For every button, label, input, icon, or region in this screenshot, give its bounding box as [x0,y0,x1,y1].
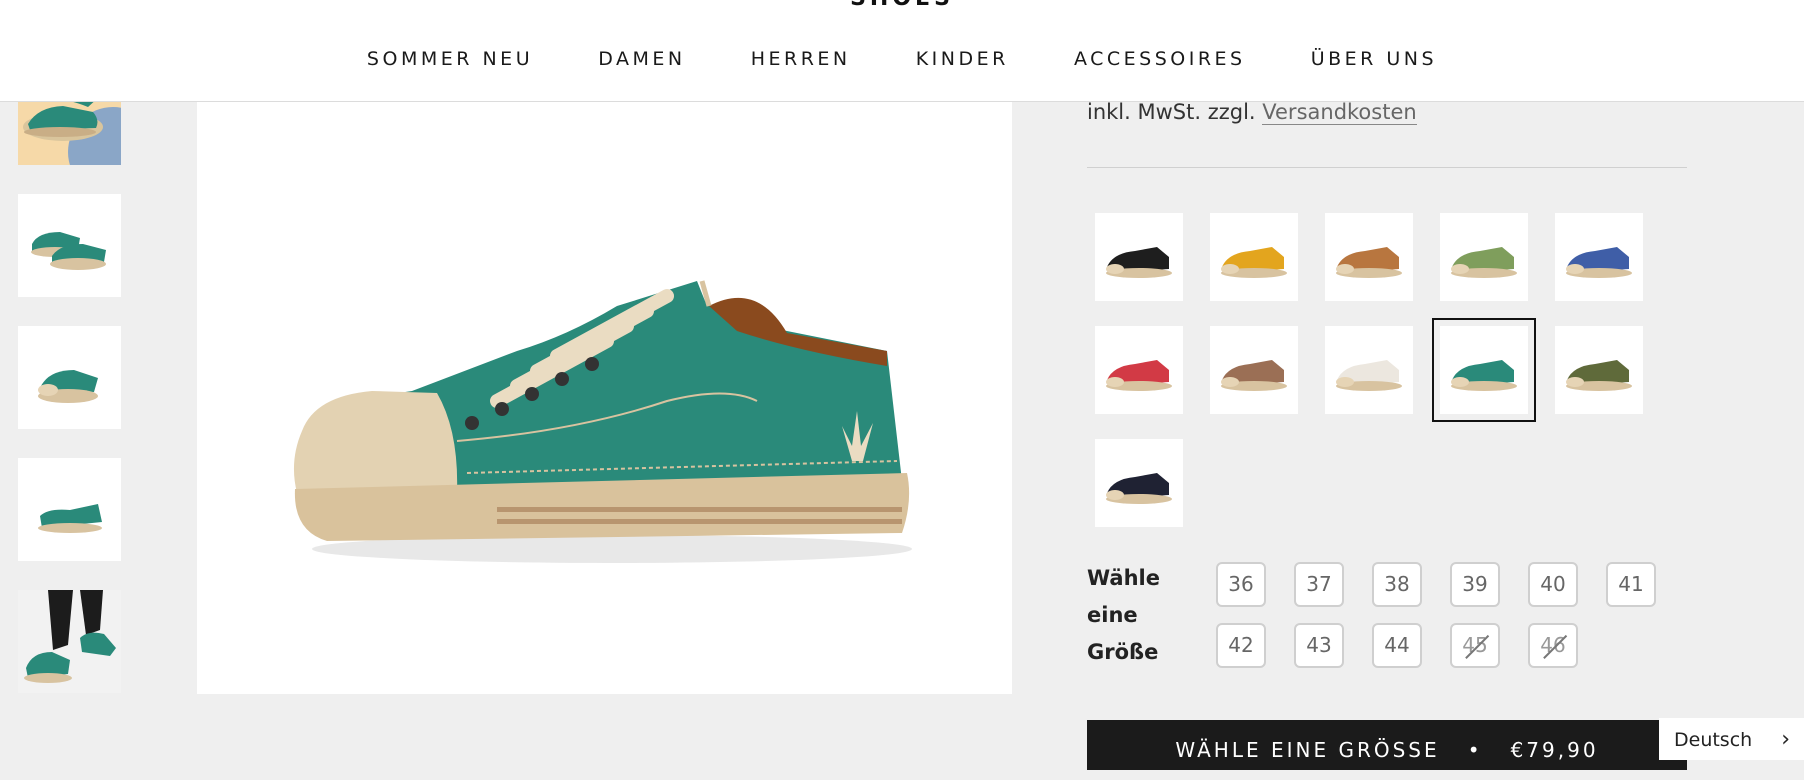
thumbnail-5[interactable] [18,590,121,693]
size-option-46[interactable]: 46 [1528,623,1578,668]
sneaker-pair-image [18,194,121,297]
shipping-link[interactable]: Versandkosten [1262,100,1417,125]
size-option-42[interactable]: 42 [1216,623,1266,668]
size-option-36[interactable]: 36 [1216,562,1266,607]
divider [1087,167,1687,168]
nav-item-kinder[interactable]: KINDER [916,48,1009,70]
size-label-line-1: Wähle [1087,566,1160,590]
product-main-image[interactable] [197,101,1012,694]
color-swatch-brown[interactable] [1210,326,1298,414]
size-option-45[interactable]: 45 [1450,623,1500,668]
nav-item-ueber-uns[interactable]: ÜBER UNS [1311,48,1437,70]
size-option-39[interactable]: 39 [1450,562,1500,607]
size-option-label: 44 [1384,633,1410,657]
size-option-43[interactable]: 43 [1294,623,1344,668]
size-option-label: 39 [1462,572,1488,596]
size-option-38[interactable]: 38 [1372,562,1422,607]
color-swatch-red[interactable] [1095,326,1183,414]
thumbnail-4[interactable] [18,458,121,561]
swatch-sneaker-image [1095,326,1183,414]
size-option-44[interactable]: 44 [1372,623,1422,668]
swatch-sneaker-image [1555,326,1643,414]
color-swatch-cognac[interactable] [1325,213,1413,301]
swatch-sneaker-image [1325,326,1413,414]
lifestyle-walking-image [18,590,121,693]
brand-logo[interactable]: SHOES [0,0,1804,11]
cta-label: WÄHLE EINE GRÖSSE [1175,738,1440,762]
color-swatch-navy[interactable] [1095,439,1183,527]
color-swatch-off-white[interactable] [1325,326,1413,414]
thumbnail-2[interactable] [18,194,121,297]
cta-separator: • [1467,738,1483,762]
swatch-sneaker-image [1440,213,1528,301]
site-header: SHOES SOMMER NEU DAMEN HERREN KINDER ACC… [0,0,1804,102]
color-swatch-blue[interactable] [1555,213,1643,301]
nav-item-damen[interactable]: DAMEN [598,48,685,70]
nav-item-accessoires[interactable]: ACCESSOIRES [1074,48,1246,70]
nav-item-herren[interactable]: HERREN [751,48,851,70]
size-option-label: 38 [1384,572,1410,596]
thumbnail-3[interactable] [18,326,121,429]
add-to-cart-button[interactable]: WÄHLE EINE GRÖSSE • €79,90 [1087,720,1687,770]
swatch-sneaker-image [1095,439,1183,527]
swatch-sneaker-image [1095,213,1183,301]
size-option-label: 43 [1306,633,1332,657]
language-label: Deutsch [1674,729,1753,751]
swatch-sneaker-image [1555,213,1643,301]
size-option-label: 37 [1306,572,1332,596]
size-option-label: 41 [1618,572,1644,596]
size-option-label: 45 [1462,633,1488,657]
sneaker-side-image [18,458,121,561]
language-selector[interactable]: Deutsch › [1659,718,1804,760]
size-label-line-2: eine [1087,603,1138,627]
color-swatch-teal[interactable] [1432,318,1536,422]
swatch-sneaker-image [1325,213,1413,301]
size-option-41[interactable]: 41 [1606,562,1656,607]
cta-price: €79,90 [1510,738,1599,762]
swatch-sneaker-image [1440,326,1528,414]
size-option-40[interactable]: 40 [1528,562,1578,607]
size-option-label: 36 [1228,572,1254,596]
size-option-label: 40 [1540,572,1566,596]
tax-note: inkl. MwSt. zzgl. Versandkosten [1087,100,1417,125]
swatch-sneaker-image [1210,213,1298,301]
tax-prefix: inkl. MwSt. zzgl. [1087,100,1256,124]
color-swatch-black[interactable] [1095,213,1183,301]
main-nav: SOMMER NEU DAMEN HERREN KINDER ACCESSOIR… [0,48,1804,70]
swatch-sneaker-image [1210,326,1298,414]
size-option-label: 46 [1540,633,1566,657]
color-swatch-sage[interactable] [1440,213,1528,301]
sneaker-illustration [197,101,1012,694]
sneaker-front-image [18,326,121,429]
color-swatch-mustard[interactable] [1210,213,1298,301]
size-label-line-3: Größe [1087,640,1159,664]
nav-item-sommer-neu[interactable]: SOMMER NEU [367,48,533,70]
size-label: Wähle eine Größe [1087,560,1197,671]
size-option-37[interactable]: 37 [1294,562,1344,607]
size-option-label: 42 [1228,633,1254,657]
color-swatch-olive[interactable] [1555,326,1643,414]
chevron-right-icon: › [1781,727,1790,752]
